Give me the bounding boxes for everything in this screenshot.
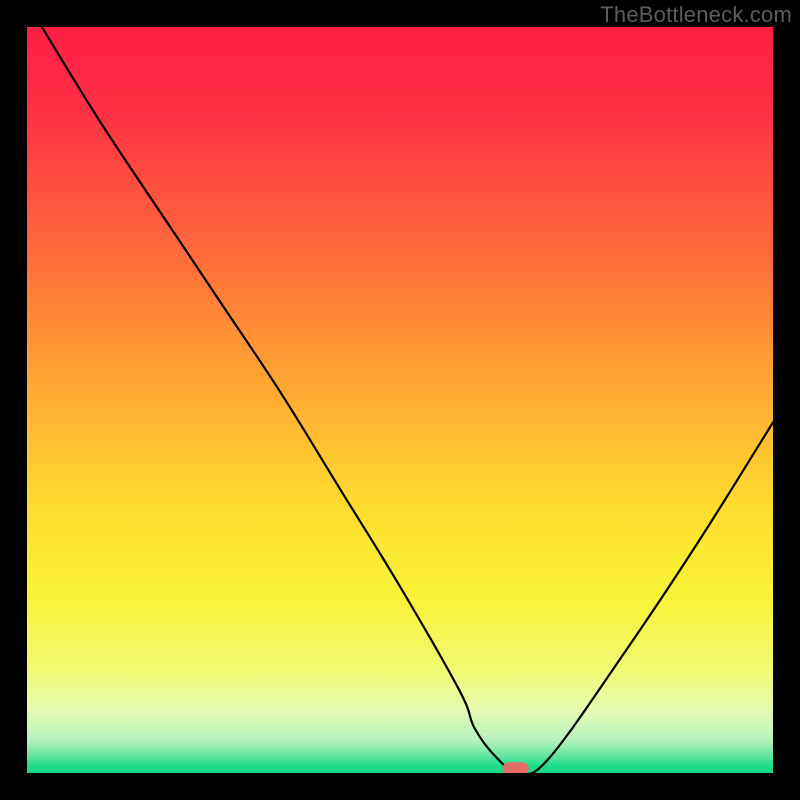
watermark-text: TheBottleneck.com <box>600 2 792 28</box>
bottleneck-chart <box>27 27 773 773</box>
chart-stage: TheBottleneck.com <box>0 0 800 800</box>
minimum-pill <box>503 762 529 773</box>
gradient-background <box>27 27 773 773</box>
